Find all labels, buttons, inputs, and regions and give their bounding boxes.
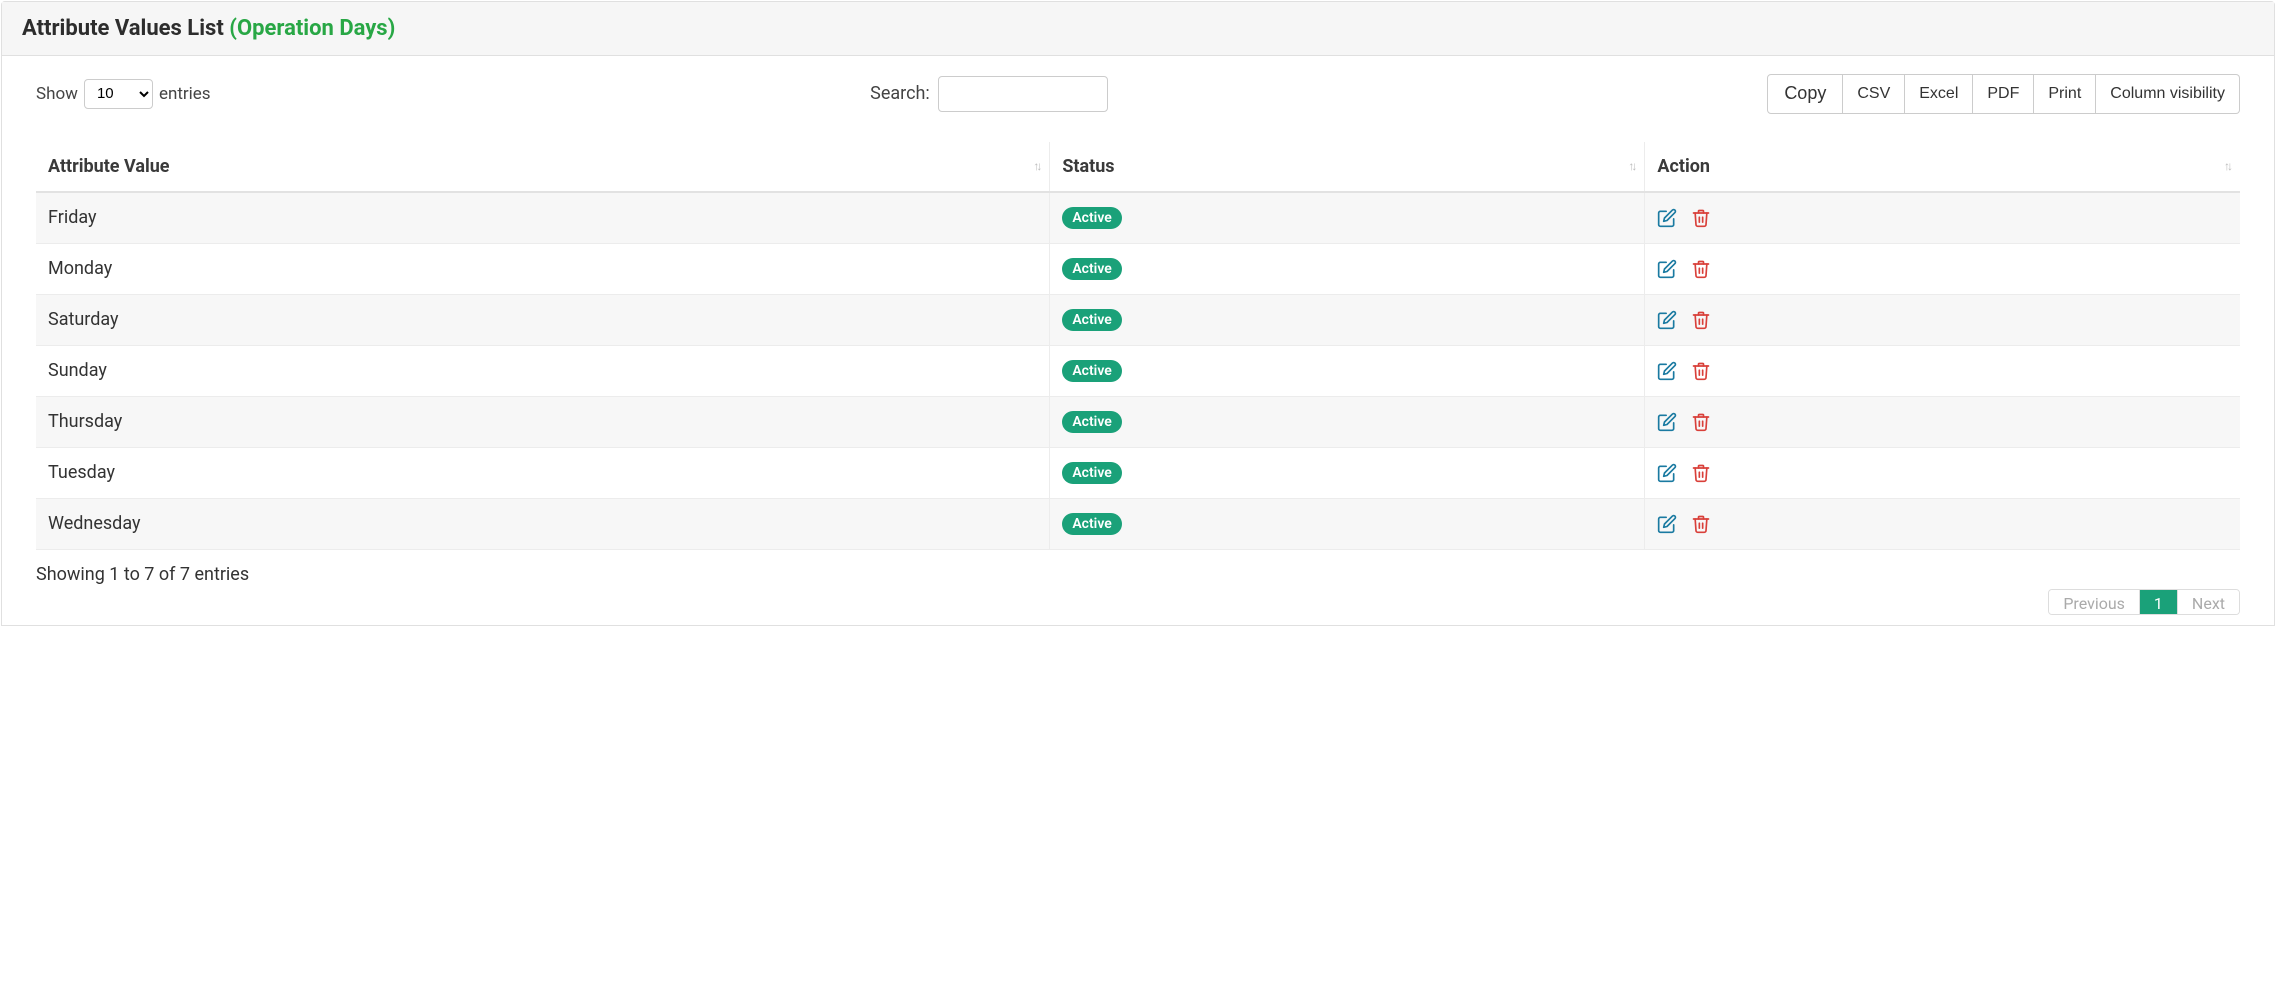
edit-icon[interactable] (1657, 463, 1677, 483)
cell-action (1645, 243, 2240, 294)
table-row: Thursday Active (36, 396, 2240, 447)
table-controls: Show 10 entries Search: Copy CSV Excel P… (36, 74, 2240, 114)
cell-attribute-value: Saturday (36, 294, 1050, 345)
column-header-status[interactable]: Status ↑↓ (1050, 142, 1645, 192)
trash-icon[interactable] (1691, 310, 1711, 330)
cell-attribute-value: Tuesday (36, 447, 1050, 498)
search-label: Search: (870, 83, 930, 104)
cell-attribute-value: Thursday (36, 396, 1050, 447)
status-badge: Active (1062, 513, 1121, 535)
status-badge: Active (1062, 309, 1121, 331)
trash-icon[interactable] (1691, 412, 1711, 432)
column-header-attribute-value[interactable]: Attribute Value ↑↓ (36, 142, 1050, 192)
table-row: Friday Active (36, 192, 2240, 244)
attribute-values-panel: Attribute Values List (Operation Days) S… (1, 1, 2275, 626)
cell-status: Active (1050, 243, 1645, 294)
copy-button[interactable]: Copy (1767, 74, 1843, 114)
length-control: Show 10 entries (36, 79, 211, 109)
cell-attribute-value: Wednesday (36, 498, 1050, 549)
edit-icon[interactable] (1657, 310, 1677, 330)
table-row: Tuesday Active (36, 447, 2240, 498)
search-control: Search: (870, 76, 1108, 112)
panel-header: Attribute Values List (Operation Days) (2, 2, 2274, 56)
csv-button[interactable]: CSV (1843, 74, 1905, 114)
pagination-next[interactable]: Next (2177, 590, 2239, 614)
cell-action (1645, 498, 2240, 549)
trash-icon[interactable] (1691, 514, 1711, 534)
cell-attribute-value: Friday (36, 192, 1050, 244)
cell-attribute-value: Sunday (36, 345, 1050, 396)
export-buttons: Copy CSV Excel PDF Print Column visibili… (1767, 74, 2240, 114)
search-input[interactable] (938, 76, 1108, 112)
page-title: Attribute Values List (Operation Days) (22, 16, 2254, 41)
edit-icon[interactable] (1657, 514, 1677, 534)
status-badge: Active (1062, 258, 1121, 280)
edit-icon[interactable] (1657, 361, 1677, 381)
table-info: Showing 1 to 7 of 7 entries (36, 564, 2240, 585)
cell-action (1645, 345, 2240, 396)
cell-status: Active (1050, 294, 1645, 345)
sort-icon: ↑↓ (1033, 159, 1039, 173)
sort-icon: ↑↓ (2224, 159, 2230, 173)
trash-icon[interactable] (1691, 259, 1711, 279)
status-badge: Active (1062, 411, 1121, 433)
print-button[interactable]: Print (2034, 74, 2096, 114)
cell-status: Active (1050, 498, 1645, 549)
title-subject: (Operation Days) (229, 16, 395, 41)
table-row: Sunday Active (36, 345, 2240, 396)
title-text: Attribute Values List (22, 16, 224, 41)
edit-icon[interactable] (1657, 259, 1677, 279)
pdf-button[interactable]: PDF (1973, 74, 2034, 114)
panel-body: Show 10 entries Search: Copy CSV Excel P… (2, 56, 2274, 625)
attribute-values-table: Attribute Value ↑↓ Status ↑↓ Action ↑↓ F… (36, 142, 2240, 550)
edit-icon[interactable] (1657, 208, 1677, 228)
cell-status: Active (1050, 396, 1645, 447)
excel-button[interactable]: Excel (1905, 74, 1973, 114)
table-row: Monday Active (36, 243, 2240, 294)
page-length-select[interactable]: 10 (84, 79, 153, 109)
status-badge: Active (1062, 360, 1121, 382)
cell-action (1645, 396, 2240, 447)
trash-icon[interactable] (1691, 361, 1711, 381)
show-label: Show (36, 84, 78, 104)
trash-icon[interactable] (1691, 208, 1711, 228)
column-header-action[interactable]: Action ↑↓ (1645, 142, 2240, 192)
cell-status: Active (1050, 447, 1645, 498)
cell-status: Active (1050, 345, 1645, 396)
trash-icon[interactable] (1691, 463, 1711, 483)
pagination-previous[interactable]: Previous (2049, 590, 2139, 614)
table-row: Wednesday Active (36, 498, 2240, 549)
cell-action (1645, 294, 2240, 345)
edit-icon[interactable] (1657, 412, 1677, 432)
status-badge: Active (1062, 207, 1121, 229)
pagination: Previous 1 Next (36, 589, 2240, 615)
sort-icon: ↑↓ (1628, 159, 1634, 173)
column-visibility-button[interactable]: Column visibility (2096, 74, 2240, 114)
entries-label: entries (159, 84, 211, 104)
status-badge: Active (1062, 462, 1121, 484)
table-row: Saturday Active (36, 294, 2240, 345)
cell-attribute-value: Monday (36, 243, 1050, 294)
cell-status: Active (1050, 192, 1645, 244)
cell-action (1645, 447, 2240, 498)
cell-action (1645, 192, 2240, 244)
pagination-page-1[interactable]: 1 (2139, 590, 2177, 614)
